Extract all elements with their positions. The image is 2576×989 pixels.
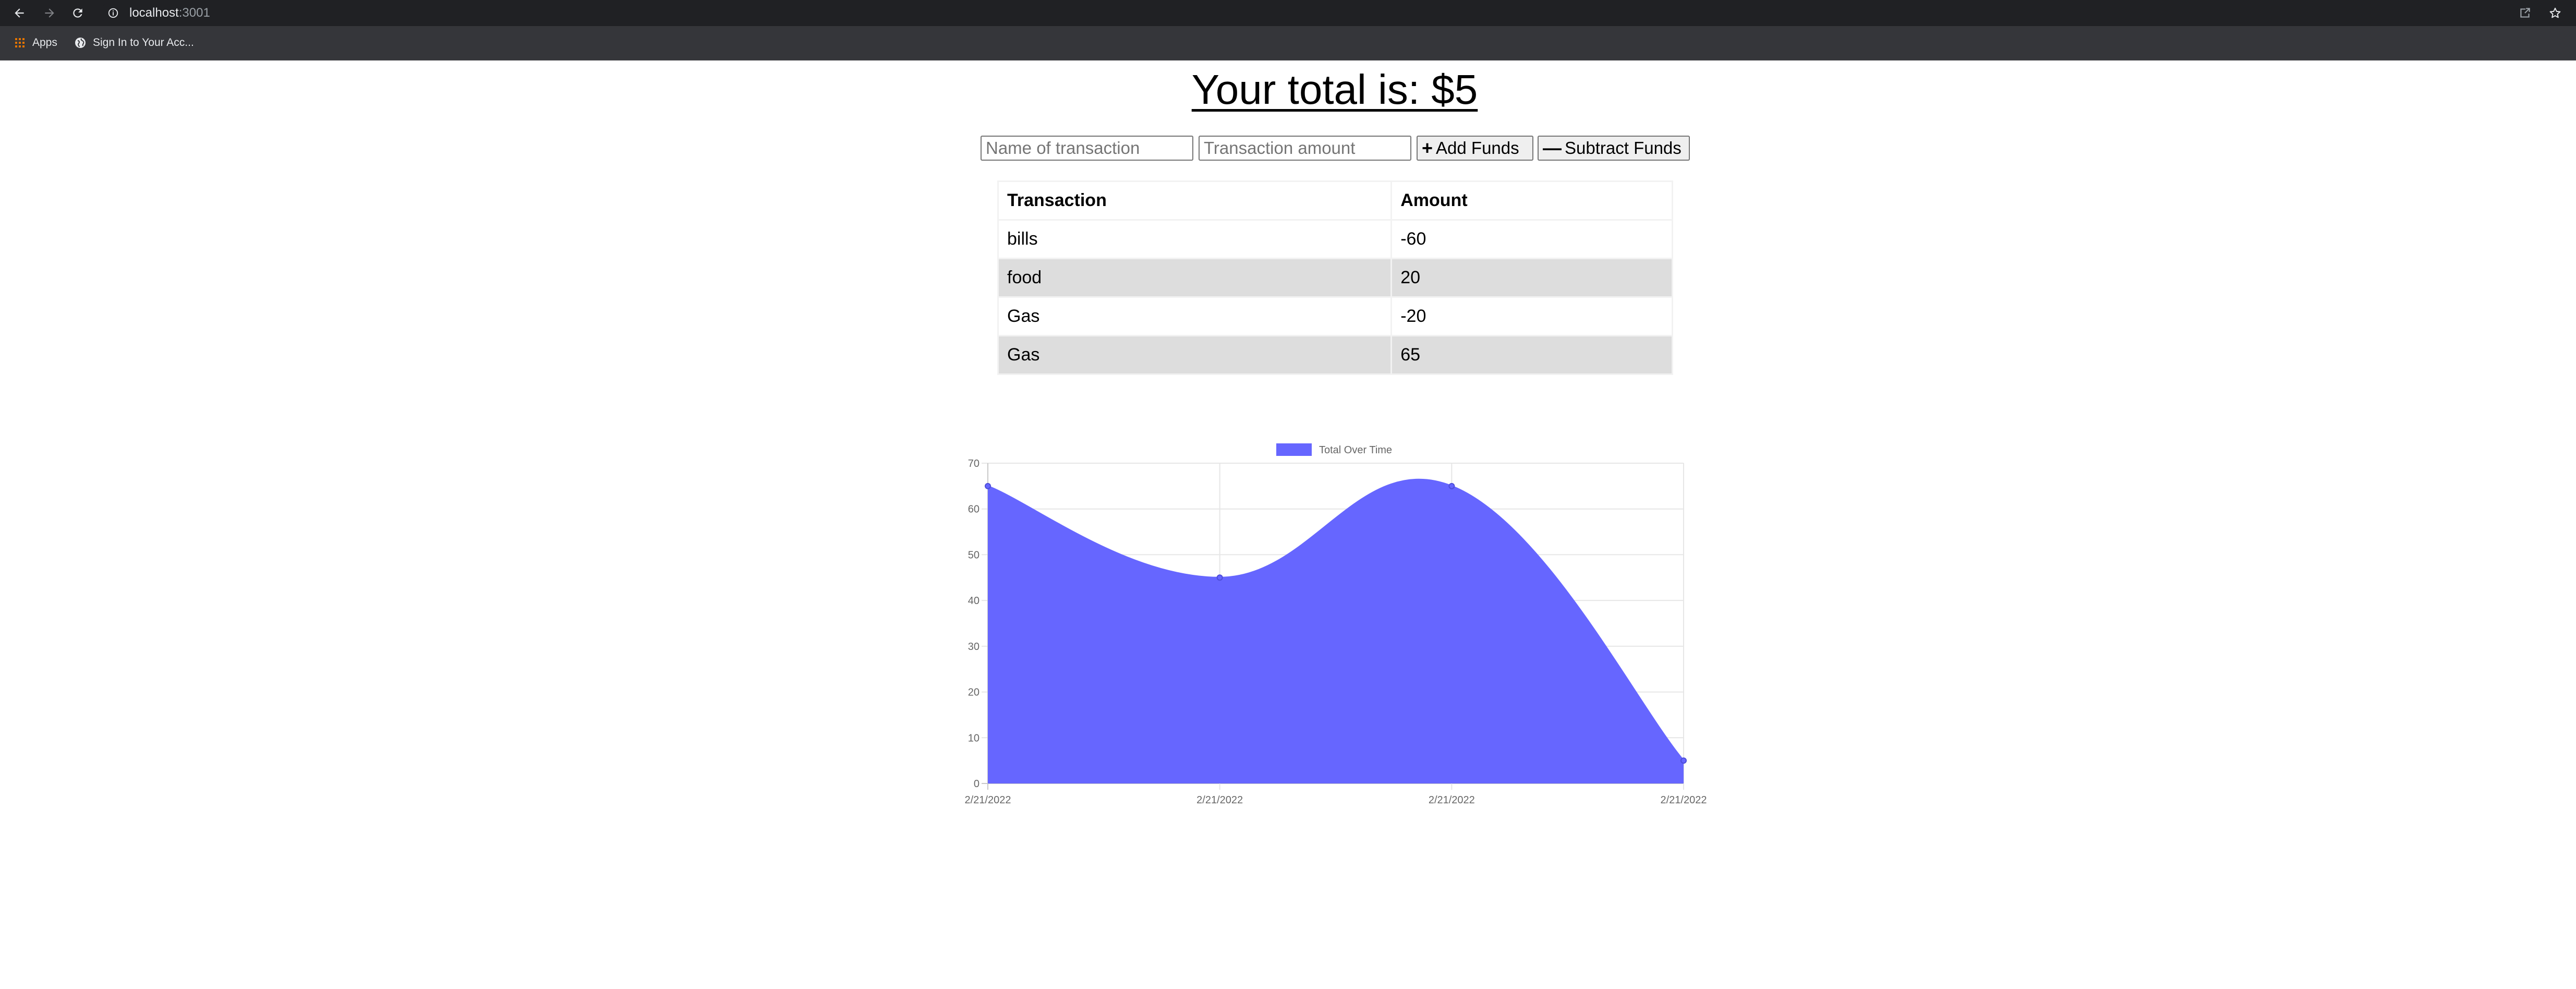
transaction-amount-cell: -60	[1390, 219, 1673, 259]
transaction-name-cell: Gas	[997, 335, 1393, 375]
data-point	[985, 483, 991, 489]
globe-icon	[75, 38, 86, 48]
transaction-amount-cell: 65	[1390, 335, 1673, 375]
transaction-name-cell: Gas	[997, 296, 1393, 336]
reload-button[interactable]	[69, 4, 87, 22]
x-tick-label: 2/21/2022	[1196, 794, 1243, 806]
total-over-time-chart: 0 10 20 30 40 50 60 70 2/21/2022 2/21/2022 2/21/20…	[965, 443, 1707, 806]
y-tick-label: 40	[968, 595, 979, 607]
page-content: Your total is: $5 +Add Funds —Subtract F…	[0, 61, 2576, 989]
transaction-amount-input[interactable]	[1199, 136, 1411, 161]
add-funds-button[interactable]: + Add Funds	[1417, 136, 1533, 161]
star-icon	[2549, 7, 2561, 18]
url-text: localhost:3001	[129, 6, 210, 20]
x-tick-label: 2/21/2022	[1661, 794, 1707, 806]
transactions-table: Transaction Amount bills -60 food 20 Gas…	[997, 180, 1673, 375]
transaction-amount-cell: -20	[1390, 296, 1673, 336]
series-area	[988, 479, 1684, 783]
share-button[interactable]	[2517, 5, 2533, 21]
bookmarks-bar: Apps Sign In to Your Acc...	[0, 26, 2576, 61]
column-header-amount: Amount	[1390, 180, 1673, 221]
back-button[interactable]	[10, 4, 28, 22]
add-funds-label: Add Funds	[1436, 138, 1519, 158]
url-port: :3001	[178, 6, 210, 20]
y-tick-label: 30	[968, 641, 979, 653]
y-tick-label: 50	[968, 549, 979, 561]
data-point	[1448, 483, 1455, 489]
bookmark-apps-label: Apps	[32, 37, 57, 49]
legend-label: Total Over Time	[1319, 444, 1392, 456]
transaction-name-cell: food	[997, 258, 1393, 298]
subtract-funds-label: Subtract Funds	[1565, 138, 1682, 158]
y-tick-label: 70	[968, 458, 979, 469]
apps-grid-icon	[15, 38, 25, 47]
address-bar[interactable]: localhost:3001	[100, 3, 2499, 23]
transaction-name-cell: bills	[997, 219, 1393, 259]
y-tick-label: 10	[968, 732, 979, 744]
plus-icon: +	[1422, 137, 1433, 159]
table-row: food 20	[997, 258, 1673, 298]
reload-icon	[73, 8, 82, 18]
table-row: Gas -20	[997, 296, 1673, 336]
subtract-funds-button[interactable]: — Subtract Funds	[1538, 136, 1690, 161]
x-tick-label: 2/21/2022	[1429, 794, 1475, 806]
bookmark-star-button[interactable]	[2547, 5, 2563, 21]
data-point	[1216, 574, 1223, 581]
arrow-left-icon	[15, 8, 24, 18]
transaction-amount-cell: 20	[1390, 258, 1673, 298]
data-point	[1680, 757, 1687, 764]
page-title-total: Your total is: $5	[1191, 66, 1478, 113]
column-header-transaction: Transaction	[997, 180, 1393, 221]
y-tick-label: 0	[974, 778, 979, 790]
table-row: bills -60	[997, 219, 1673, 259]
url-host: localhost	[129, 6, 179, 20]
table-row: Gas 65	[997, 335, 1673, 375]
share-icon	[2520, 8, 2530, 18]
arrow-right-icon	[45, 8, 54, 18]
y-tick-label: 20	[968, 687, 979, 698]
transaction-name-input[interactable]	[981, 136, 1193, 161]
bookmark-apps[interactable]: Apps	[14, 34, 57, 51]
browser-toolbar: localhost:3001	[0, 0, 2576, 26]
bookmark-sign-in-label: Sign In to Your Acc...	[93, 37, 194, 49]
info-icon	[108, 8, 118, 18]
legend-swatch	[1276, 443, 1312, 456]
forward-button[interactable]	[41, 4, 58, 22]
x-tick-label: 2/21/2022	[965, 794, 1011, 806]
table-header-row: Transaction Amount	[997, 180, 1673, 221]
minus-icon: —	[1543, 137, 1562, 159]
bookmark-sign-in[interactable]: Sign In to Your Acc...	[74, 34, 194, 51]
y-tick-label: 60	[968, 504, 979, 515]
